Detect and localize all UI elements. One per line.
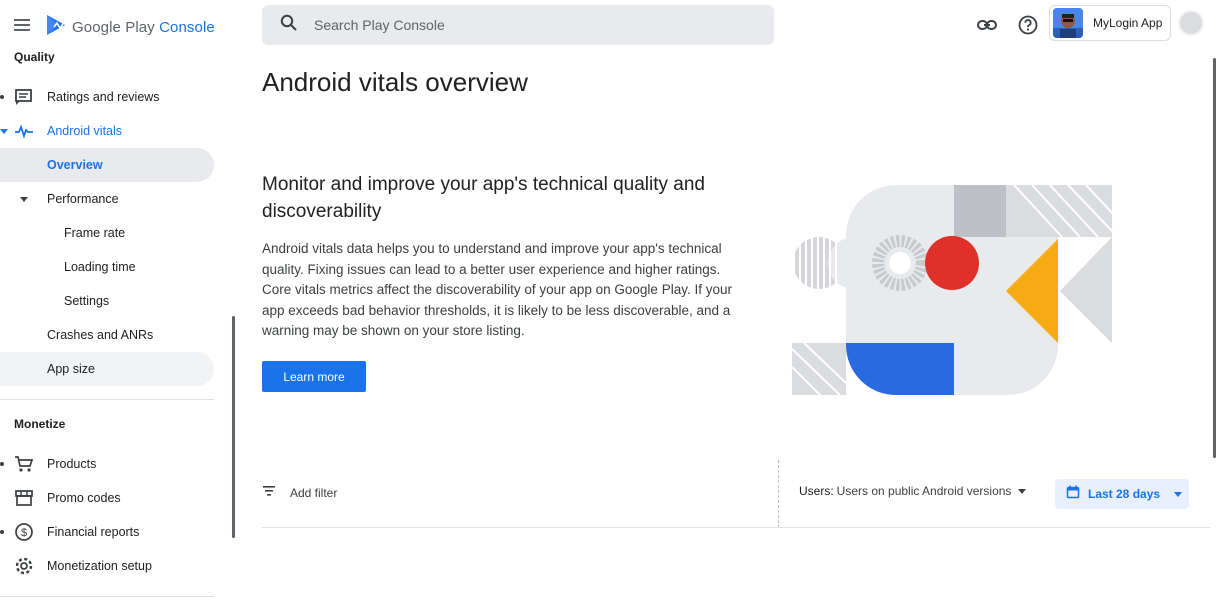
svg-text:$: $ [21, 527, 27, 539]
vitals-icon [14, 122, 34, 140]
play-logo-icon [46, 14, 66, 41]
sidebar-item-label: Products [47, 457, 97, 471]
sidebar-item-label: Financial reports [47, 525, 140, 539]
sidebar-item-frame-rate[interactable]: Frame rate [0, 216, 214, 250]
sidebar-item-loading-time[interactable]: Loading time [0, 250, 214, 284]
date-range-button[interactable]: Last 28 days [1055, 479, 1189, 509]
search-placeholder: Search Play Console [314, 17, 445, 33]
play-console-logo[interactable]: Google Play Console [46, 14, 215, 41]
store-icon [14, 489, 34, 507]
calendar-icon [1066, 485, 1080, 504]
add-filter-label: Add filter [290, 486, 338, 500]
app-icon [1053, 8, 1083, 38]
sidebar-divider [0, 596, 214, 597]
sidebar-item-label: Settings [64, 294, 110, 308]
date-range-label: Last 28 days [1088, 487, 1161, 501]
account-avatar[interactable] [1178, 10, 1204, 36]
sidebar-item-crashes[interactable]: Crashes and ANRs [0, 318, 214, 352]
section-quality: Quality [14, 50, 55, 64]
link-icon[interactable] [976, 14, 998, 36]
sidebar-item-label: App size [47, 362, 95, 376]
sidebar-item-android-vitals[interactable]: Android vitals [0, 114, 214, 148]
gear-icon [14, 557, 34, 575]
top-bar: Google Play Console Search Play Console … [0, 0, 1222, 50]
intro-description: Android vitals data helps you to underst… [262, 241, 732, 338]
users-dropdown[interactable]: Users: Users on public Android versions [799, 484, 1027, 498]
search-input[interactable]: Search Play Console [262, 5, 774, 45]
sidebar-item-promo-codes[interactable]: Promo codes [0, 481, 214, 515]
sidebar-item-overview[interactable]: Overview [0, 148, 214, 182]
sidebar-item-label: Overview [47, 158, 103, 172]
sidebar-item-products[interactable]: Products [0, 447, 214, 481]
search-icon [280, 14, 298, 37]
cart-icon [14, 455, 34, 473]
intro-headline: Monitor and improve your app's technical… [262, 174, 705, 222]
menu-icon[interactable] [12, 14, 34, 36]
logo-text-google-play: Google Play [72, 19, 155, 36]
sidebar-item-label: Monetization setup [47, 559, 152, 573]
caret-down-icon [0, 129, 8, 134]
sidebar-item-ratings[interactable]: Ratings and reviews [0, 80, 214, 114]
page-title: Android vitals overview [262, 67, 528, 97]
sidebar-item-label: Loading time [64, 260, 136, 274]
dollar-icon: $ [14, 523, 34, 541]
bullet-icon [0, 95, 4, 99]
sidebar-item-financial-reports[interactable]: $ Financial reports [0, 515, 214, 549]
bullet-icon [0, 530, 4, 534]
sidebar-item-monetization-setup[interactable]: Monetization setup [0, 549, 214, 583]
logo-text-console: Console [159, 19, 215, 36]
users-label: Users: [799, 484, 834, 498]
main-scrollbar[interactable] [1213, 58, 1216, 458]
section-monetize: Monetize [14, 417, 66, 431]
sidebar-item-label: Ratings and reviews [47, 90, 160, 104]
chevron-down-icon [1174, 491, 1183, 497]
content-divider [262, 527, 1210, 528]
sidebar-item-settings[interactable]: Settings [0, 284, 214, 318]
sidebar-item-label: Performance [47, 192, 119, 206]
sidebar-divider [0, 399, 214, 400]
ratings-icon [14, 88, 34, 106]
add-filter-button[interactable]: Add filter [262, 484, 337, 502]
sidebar-item-label: Crashes and ANRs [47, 328, 154, 342]
filter-icon [262, 484, 276, 502]
bullet-icon [0, 462, 4, 466]
logo-text: Google Play Console [72, 19, 215, 36]
sidebar-item-app-size[interactable]: App size [0, 352, 214, 386]
users-value: Users on public Android versions [836, 484, 1012, 498]
sidebar: Quality Ratings and reviews Android vita… [0, 44, 232, 610]
sidebar-item-label: Promo codes [47, 491, 121, 505]
sidebar-item-label: Android vitals [47, 124, 123, 138]
sidebar-item-label: Frame rate [64, 226, 126, 240]
help-icon[interactable] [1017, 14, 1039, 36]
chevron-down-icon [1018, 488, 1027, 494]
caret-down-icon [20, 197, 28, 202]
app-name: MyLogin App [1093, 16, 1163, 30]
app-switcher[interactable]: MyLogin App [1049, 5, 1171, 41]
sidebar-scrollbar[interactable] [232, 316, 235, 538]
vitals-illustration [791, 183, 1115, 397]
learn-more-button[interactable]: Learn more [262, 361, 366, 392]
filter-divider [778, 460, 779, 528]
sidebar-item-performance[interactable]: Performance [0, 182, 214, 216]
